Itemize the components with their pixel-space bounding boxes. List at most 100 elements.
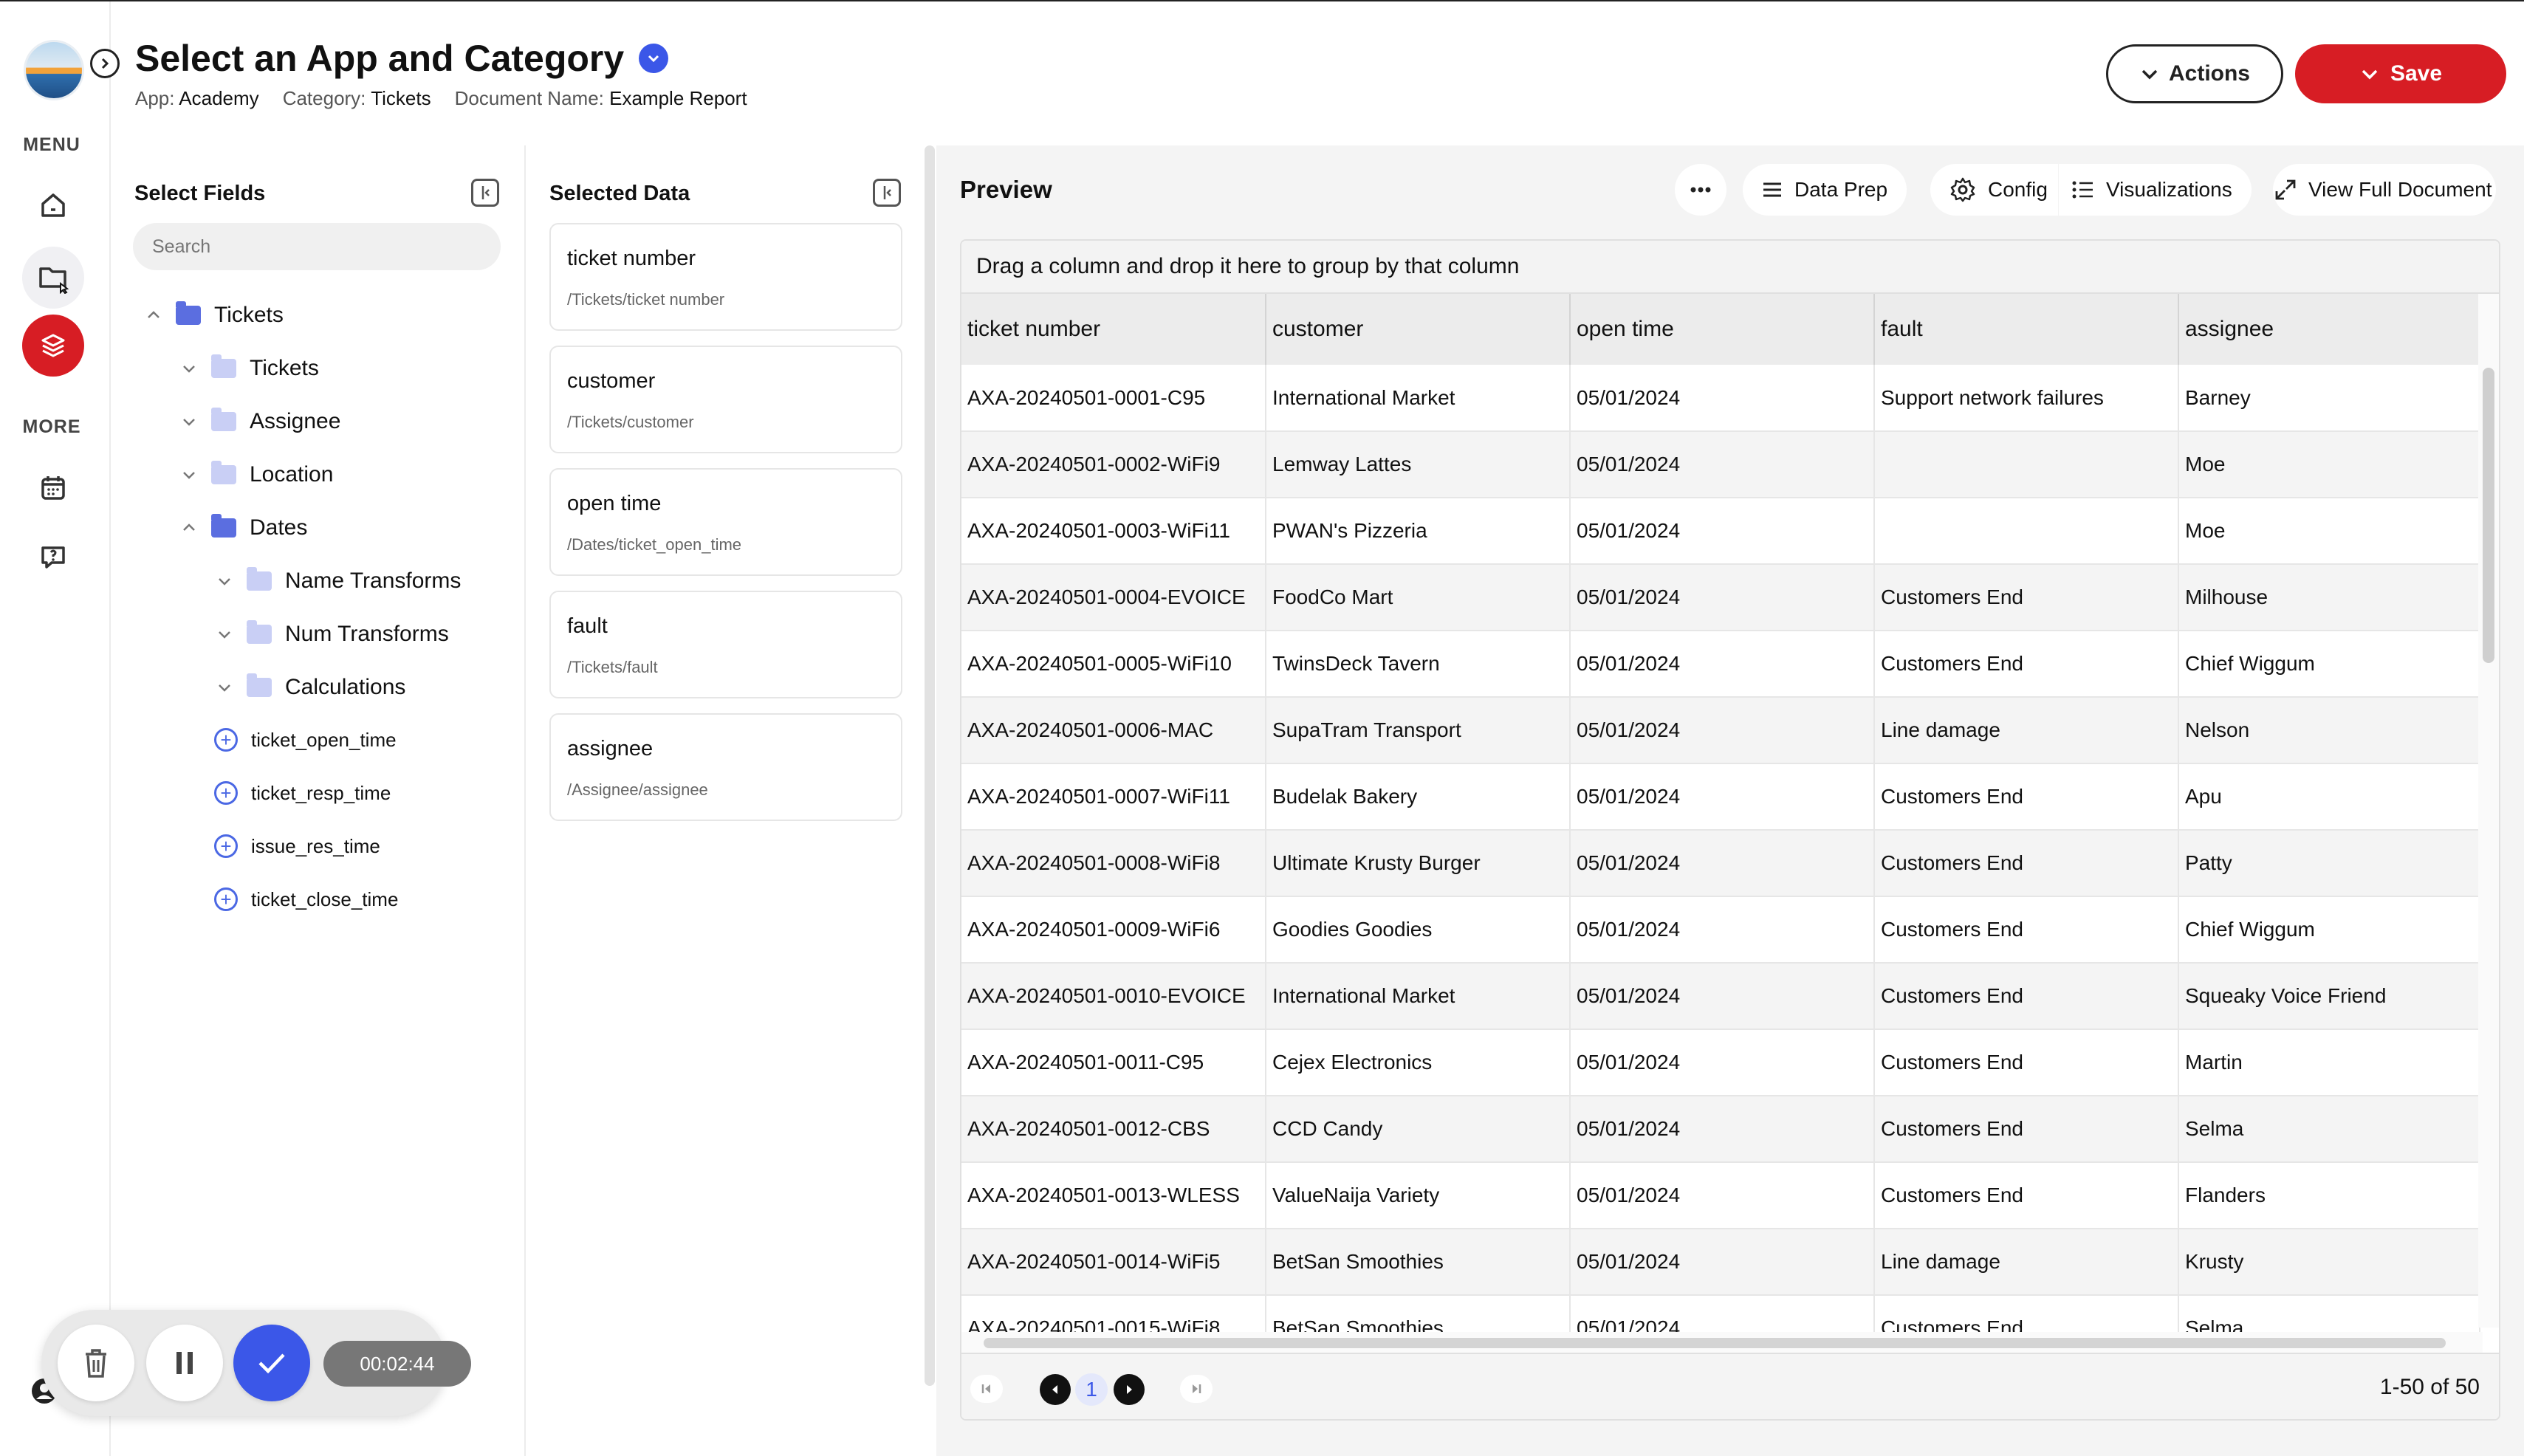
table-row[interactable]: AXA-20240501-0004-EVOICE FoodCo Mart 05/01… [961,564,2480,631]
selected-field-card[interactable]: ticket number /Tickets/ticket number [549,223,902,331]
calendar-icon[interactable] [22,456,84,518]
delete-recording-button[interactable] [58,1325,134,1401]
group-by-dropzone[interactable]: Drag a column and drop it here to group … [961,241,2499,294]
first-page-icon[interactable] [970,1375,1003,1403]
collapse-panel-icon[interactable] [471,179,499,207]
table-vertical-scrollbar[interactable] [2478,294,2499,1328]
chevron-down-icon[interactable] [180,360,198,377]
column-header-assignee[interactable]: assignee [2178,294,2480,365]
tree-field-ticket-open-time[interactable]: + ticket_open_time [214,728,397,752]
table-row[interactable]: AXA-20240501-0011-C95 Cejex Electronics 05… [961,1029,2480,1096]
home-icon[interactable] [22,174,84,236]
panel-scrollbar[interactable] [925,145,935,1386]
add-field-icon[interactable]: + [214,781,238,805]
chevron-down-icon[interactable] [216,572,233,590]
folder-icon [211,514,236,538]
previous-page-icon[interactable] [1040,1374,1071,1405]
selected-field-card[interactable]: open time /Dates/ticket_open_time [549,468,902,576]
search-input[interactable] [133,223,501,270]
recording-toolbar: 00:02:44 [41,1310,471,1416]
tree-field-ticket-resp-time[interactable]: + ticket_resp_time [214,781,391,805]
chevron-up-icon[interactable] [180,519,198,537]
add-field-icon[interactable]: + [214,834,238,858]
current-page[interactable]: 1 [1075,1373,1108,1406]
cell-ticket-number: AXA-20240501-0003-WiFi11 [961,498,1266,565]
tree-item-num-transforms[interactable]: Num Transforms [216,620,449,647]
tree-item-dates[interactable]: Dates [180,514,308,540]
column-header-fault[interactable]: fault [1874,294,2179,365]
selected-field-card[interactable]: customer /Tickets/customer [549,346,902,453]
tree-item-name-transforms[interactable]: Name Transforms [216,567,461,594]
scroll-thumb[interactable] [984,1338,2446,1348]
cell-customer: FoodCo Mart [1266,564,1571,631]
actions-label: Actions [2168,61,2250,86]
chevron-up-icon[interactable] [145,306,162,324]
title-dropdown-icon[interactable] [639,44,669,73]
add-field-icon[interactable]: + [214,887,238,911]
left-rail: MENU MORE [0,1,120,1456]
more-options-icon[interactable] [1675,164,1726,216]
chevron-down-icon[interactable] [180,413,198,430]
expand-rail-icon[interactable] [90,49,120,78]
folder-icon [176,301,201,325]
help-chat-icon[interactable] [22,526,84,588]
tree-item-location[interactable]: Location [180,461,333,487]
tree-field-ticket-close-time[interactable]: + ticket_close_time [214,887,398,911]
cell-open-time: 05/01/2024 [1570,1162,1875,1229]
actions-button[interactable]: Actions [2106,44,2283,103]
table-row[interactable]: AXA-20240501-0009-WiFi6 Goodies Goodies 05… [961,896,2480,964]
tree-item-calculations[interactable]: Calculations [216,673,405,700]
table-row[interactable]: AXA-20240501-0005-WiFi10 TwinsDeck Tavern… [961,631,2480,698]
last-page-icon[interactable] [1180,1375,1213,1403]
selected-field-card[interactable]: assignee /Assignee/assignee [549,713,902,821]
tree-field-issue-res-time[interactable]: + issue_res_time [214,834,380,858]
table-horizontal-scrollbar[interactable] [961,1332,2483,1353]
cell-ticket-number: AXA-20240501-0014-WiFi5 [961,1229,1266,1296]
selected-field-name: open time [567,492,662,515]
cell-assignee: Apu [2178,763,2480,831]
table-row[interactable]: AXA-20240501-0013-WLESS ValueNaija Variet… [961,1162,2480,1229]
layers-icon[interactable] [22,315,84,377]
app-logo[interactable] [24,40,84,100]
selected-field-card[interactable]: fault /Tickets/fault [549,591,902,698]
cell-assignee: Chief Wiggum [2178,631,2480,698]
tree-label: Dates [250,515,308,540]
tree-item-tickets[interactable]: Tickets [180,354,319,381]
table-row[interactable]: AXA-20240501-0001-C95 International Marke… [961,365,2480,432]
table-row[interactable]: AXA-20240501-0012-CBS CCD Candy 05/01/2024… [961,1096,2480,1163]
table-row[interactable]: AXA-20240501-0007-WiFi11 Budelak Bakery 05… [961,763,2480,831]
cell-customer: SupaTram Transport [1266,697,1571,764]
column-header-customer[interactable]: customer [1266,294,1571,365]
save-button[interactable]: Save [2295,44,2506,103]
cell-customer: TwinsDeck Tavern [1266,631,1571,698]
add-field-icon[interactable]: + [214,728,238,752]
table-row[interactable]: AXA-20240501-0010-EVOICE International Ma… [961,963,2480,1030]
meta-document-value: Example Report [609,87,747,109]
tree-item-tickets-root[interactable]: Tickets [145,301,284,328]
config-button[interactable]: Config [1930,164,2058,216]
cell-assignee: Moe [2178,498,2480,565]
table-row[interactable]: AXA-20240501-0014-WiFi5 BetSan Smoothies 0… [961,1229,2480,1296]
tree-item-assignee[interactable]: Assignee [180,408,340,434]
column-header-ticket-number[interactable]: ticket number [961,294,1266,365]
scroll-thumb[interactable] [2483,368,2494,663]
tree-label: issue_res_time [251,834,380,857]
table-row[interactable]: AXA-20240501-0003-WiFi11 PWAN's Pizzeria 0… [961,498,2480,565]
data-prep-button[interactable]: Data Prep [1743,164,1907,216]
view-full-document-button[interactable]: View Full Document [2273,164,2497,216]
visualizations-label: Visualizations [2106,178,2232,201]
table-row[interactable]: AXA-20240501-0006-MAC SupaTram Transport 0… [961,697,2480,764]
folder-icon[interactable] [22,247,84,309]
chevron-down-icon[interactable] [180,466,198,484]
chevron-down-icon[interactable] [216,679,233,696]
save-label: Save [2390,61,2443,86]
finish-recording-button[interactable] [233,1325,310,1401]
next-page-icon[interactable] [1114,1374,1145,1405]
collapse-panel-icon[interactable] [873,179,901,207]
chevron-down-icon[interactable] [216,625,233,643]
table-row[interactable]: AXA-20240501-0008-WiFi8 Ultimate Krusty B… [961,830,2480,897]
table-row[interactable]: AXA-20240501-0002-WiFi9 Lemway Lattes 05/0… [961,431,2480,498]
column-header-open-time[interactable]: open time [1570,294,1875,365]
pause-recording-button[interactable] [146,1325,223,1401]
visualizations-button[interactable]: Visualizations [2059,164,2252,216]
